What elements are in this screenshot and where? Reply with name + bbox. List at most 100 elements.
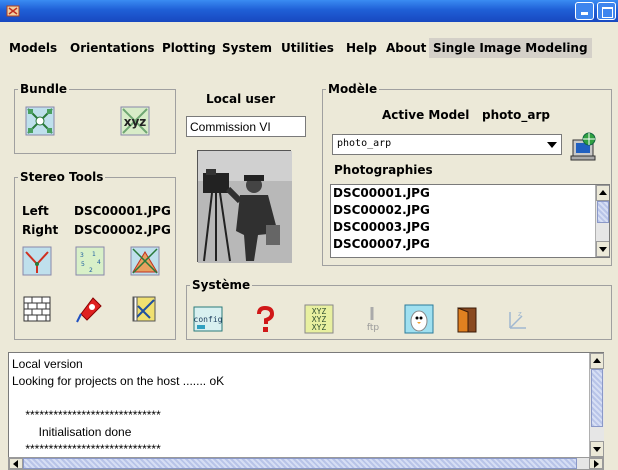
list-item[interactable]: DSC00001.JPG xyxy=(331,185,609,202)
scroll-thumb[interactable] xyxy=(597,201,609,223)
bundle-xyz-button[interactable]: xyz xyxy=(120,106,150,136)
hatching-egg-icon xyxy=(404,304,434,334)
arrow-up-icon xyxy=(593,358,601,363)
log-line: ***************************** xyxy=(12,408,161,422)
model-select[interactable]: photo_arp xyxy=(332,134,562,155)
title-bar xyxy=(0,0,618,22)
svg-text:4: 4 xyxy=(97,259,101,266)
egg-button[interactable] xyxy=(404,304,434,334)
log-line: Initialisation done xyxy=(12,425,132,439)
ftp-button[interactable]: ftp xyxy=(358,304,388,334)
question-mark-icon xyxy=(257,305,275,332)
scroll-down-button[interactable] xyxy=(596,241,609,257)
arrow-right-icon xyxy=(594,459,599,468)
exit-door-button[interactable] xyxy=(452,304,482,334)
menu-orientations[interactable]: Orientations xyxy=(70,38,155,58)
config-label: config xyxy=(194,315,223,324)
scroll-down-button[interactable] xyxy=(590,441,604,457)
chevron-down-icon[interactable] xyxy=(547,142,557,148)
list-item[interactable]: DSC00007.JPG xyxy=(331,236,609,253)
minimize-button[interactable] xyxy=(575,2,594,20)
xyz-network-icon: xyz xyxy=(120,106,150,136)
xyz-coordinates-button[interactable]: XYZ XYZ XYZ xyxy=(304,304,334,334)
config-button[interactable]: config xyxy=(193,304,223,334)
brick-wall-icon xyxy=(23,296,51,322)
arrow-left-icon xyxy=(13,459,18,468)
scroll-up-button[interactable] xyxy=(596,185,609,201)
app-icon xyxy=(6,5,20,17)
red-pointer-icon xyxy=(76,297,102,323)
scroll-up-button[interactable] xyxy=(590,353,604,369)
stereo-pointer-button[interactable] xyxy=(75,294,105,324)
right-label: Right xyxy=(22,223,59,237)
ftp-label: ftp xyxy=(367,323,380,333)
stereo-orientation-button[interactable] xyxy=(22,246,52,276)
user-photo xyxy=(197,150,292,263)
local-user-input[interactable] xyxy=(186,116,306,137)
log-console[interactable]: Local version Looking for projects on th… xyxy=(8,352,604,458)
photographs-list: DSC00001.JPG DSC00002.JPG DSC00003.JPG D… xyxy=(330,184,610,258)
stereo-drawing-button[interactable] xyxy=(130,294,160,324)
menu-about[interactable]: About xyxy=(386,38,426,58)
maximize-button[interactable] xyxy=(597,2,616,20)
right-image-value: DSC00002.JPG xyxy=(74,223,171,237)
menu-models[interactable]: Models xyxy=(9,38,57,58)
log-line: Local version xyxy=(12,357,83,371)
local-user-label: Local user xyxy=(206,92,276,106)
config-icon: config xyxy=(193,306,223,332)
network-triangle-icon xyxy=(130,246,160,276)
scroll-thumb[interactable] xyxy=(23,458,577,469)
bundle-network-icon xyxy=(25,106,55,136)
coordinate-axes-icon: z xyxy=(509,310,526,329)
menu-help[interactable]: Help xyxy=(346,38,377,58)
log-line: ***************************** xyxy=(12,442,161,456)
svg-text:1: 1 xyxy=(92,251,96,258)
computer-globe-icon xyxy=(570,132,596,161)
arrow-up-icon xyxy=(599,190,607,195)
console-horizontal-scrollbar[interactable] xyxy=(8,457,604,470)
scroll-right-button[interactable] xyxy=(589,458,603,469)
list-item[interactable]: DSC00003.JPG xyxy=(331,219,609,236)
scroll-thumb[interactable] xyxy=(591,369,603,427)
console-scrollbar[interactable] xyxy=(589,353,604,457)
svg-text:2: 2 xyxy=(89,267,93,274)
stereo-points-button[interactable]: 3 1 5 4 2 xyxy=(75,246,105,276)
stereo-network-button[interactable] xyxy=(130,246,160,276)
photographer-image xyxy=(198,151,292,263)
log-line: Looking for projects on the host .......… xyxy=(12,374,225,388)
photographs-label: Photographies xyxy=(334,163,433,177)
svg-text:XYZ: XYZ xyxy=(312,323,327,332)
arrow-down-icon xyxy=(599,247,607,252)
arrow-down-icon xyxy=(593,447,601,452)
stereo-grid-button[interactable] xyxy=(22,294,52,324)
ftp-icon: ftp xyxy=(367,307,380,333)
system-legend: Système xyxy=(192,278,251,292)
left-label: Left xyxy=(22,204,49,218)
scroll-left-button[interactable] xyxy=(9,458,23,469)
svg-text:3: 3 xyxy=(80,252,84,259)
bundle-legend: Bundle xyxy=(20,82,68,96)
menu-single-image-modeling[interactable]: Single Image Modeling xyxy=(429,38,592,58)
menu-utilities[interactable]: Utilities xyxy=(281,38,334,58)
network-computer-button[interactable] xyxy=(569,132,599,162)
drawing-tools-icon xyxy=(132,296,156,322)
model-select-value: photo_arp xyxy=(337,138,392,149)
model-legend: Modèle xyxy=(328,82,378,96)
point-grid-icon: 3 1 5 4 2 xyxy=(75,246,105,276)
axes-button[interactable]: z xyxy=(500,304,530,334)
stereo-tools-legend: Stereo Tools xyxy=(20,170,104,184)
menu-system[interactable]: System xyxy=(222,38,272,58)
help-button[interactable] xyxy=(250,304,280,334)
xyz-list-icon: XYZ XYZ XYZ xyxy=(304,304,334,334)
list-item[interactable]: DSC00002.JPG xyxy=(331,202,609,219)
door-icon xyxy=(457,307,477,333)
active-model-value: photo_arp xyxy=(482,108,550,122)
left-image-value: DSC00001.JPG xyxy=(74,204,171,218)
xyz-label: xyz xyxy=(124,115,147,129)
menu-plotting[interactable]: Plotting xyxy=(162,38,216,58)
orientation-vector-icon xyxy=(22,246,52,276)
active-model-label: Active Model xyxy=(382,108,470,122)
svg-text:z: z xyxy=(518,310,522,318)
photos-scrollbar[interactable] xyxy=(595,185,609,257)
bundle-adjust-button[interactable] xyxy=(25,106,55,136)
